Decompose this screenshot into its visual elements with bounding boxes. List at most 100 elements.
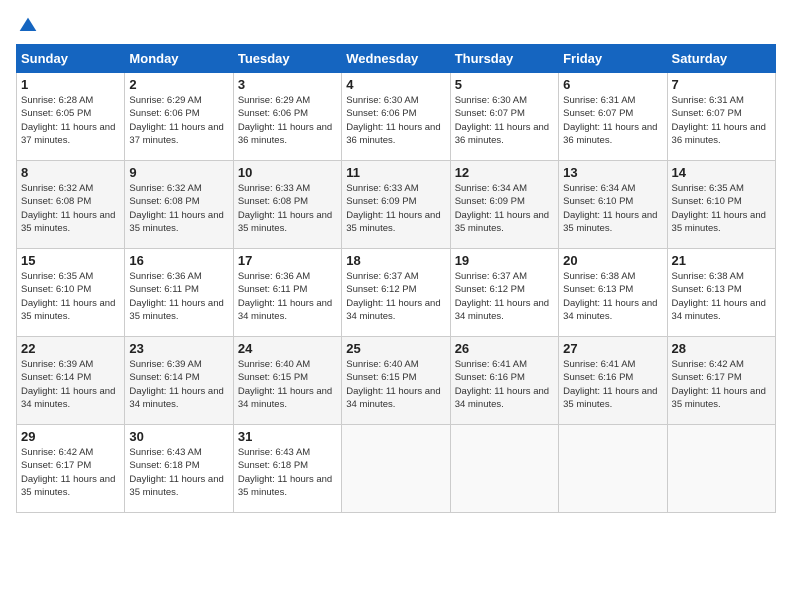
day-info: Sunrise: 6:34 AM Sunset: 6:09 PM Dayligh… [455, 182, 554, 235]
day-info: Sunrise: 6:36 AM Sunset: 6:11 PM Dayligh… [129, 270, 228, 323]
day-number: 25 [346, 341, 445, 356]
calendar-week-row: 1 Sunrise: 6:28 AM Sunset: 6:05 PM Dayli… [17, 73, 776, 161]
page-header [16, 16, 776, 32]
day-info: Sunrise: 6:37 AM Sunset: 6:12 PM Dayligh… [346, 270, 445, 323]
weekday-header: Thursday [450, 45, 558, 73]
day-info: Sunrise: 6:35 AM Sunset: 6:10 PM Dayligh… [21, 270, 120, 323]
day-number: 28 [672, 341, 771, 356]
calendar-cell: 9 Sunrise: 6:32 AM Sunset: 6:08 PM Dayli… [125, 161, 233, 249]
day-number: 29 [21, 429, 120, 444]
day-info: Sunrise: 6:42 AM Sunset: 6:17 PM Dayligh… [672, 358, 771, 411]
day-info: Sunrise: 6:29 AM Sunset: 6:06 PM Dayligh… [129, 94, 228, 147]
calendar-week-row: 22 Sunrise: 6:39 AM Sunset: 6:14 PM Dayl… [17, 337, 776, 425]
day-info: Sunrise: 6:33 AM Sunset: 6:09 PM Dayligh… [346, 182, 445, 235]
calendar-cell: 27 Sunrise: 6:41 AM Sunset: 6:16 PM Dayl… [559, 337, 667, 425]
calendar-cell: 30 Sunrise: 6:43 AM Sunset: 6:18 PM Dayl… [125, 425, 233, 513]
day-info: Sunrise: 6:38 AM Sunset: 6:13 PM Dayligh… [563, 270, 662, 323]
calendar-cell: 18 Sunrise: 6:37 AM Sunset: 6:12 PM Dayl… [342, 249, 450, 337]
day-info: Sunrise: 6:28 AM Sunset: 6:05 PM Dayligh… [21, 94, 120, 147]
calendar-cell: 22 Sunrise: 6:39 AM Sunset: 6:14 PM Dayl… [17, 337, 125, 425]
calendar-cell: 17 Sunrise: 6:36 AM Sunset: 6:11 PM Dayl… [233, 249, 341, 337]
day-info: Sunrise: 6:40 AM Sunset: 6:15 PM Dayligh… [346, 358, 445, 411]
day-info: Sunrise: 6:40 AM Sunset: 6:15 PM Dayligh… [238, 358, 337, 411]
day-number: 9 [129, 165, 228, 180]
calendar-week-row: 8 Sunrise: 6:32 AM Sunset: 6:08 PM Dayli… [17, 161, 776, 249]
day-number: 14 [672, 165, 771, 180]
calendar-cell: 13 Sunrise: 6:34 AM Sunset: 6:10 PM Dayl… [559, 161, 667, 249]
day-number: 17 [238, 253, 337, 268]
calendar-cell: 25 Sunrise: 6:40 AM Sunset: 6:15 PM Dayl… [342, 337, 450, 425]
calendar-cell [667, 425, 775, 513]
day-info: Sunrise: 6:32 AM Sunset: 6:08 PM Dayligh… [129, 182, 228, 235]
day-number: 19 [455, 253, 554, 268]
day-number: 26 [455, 341, 554, 356]
day-number: 7 [672, 77, 771, 92]
day-number: 21 [672, 253, 771, 268]
day-info: Sunrise: 6:37 AM Sunset: 6:12 PM Dayligh… [455, 270, 554, 323]
day-info: Sunrise: 6:34 AM Sunset: 6:10 PM Dayligh… [563, 182, 662, 235]
calendar-cell: 16 Sunrise: 6:36 AM Sunset: 6:11 PM Dayl… [125, 249, 233, 337]
day-number: 18 [346, 253, 445, 268]
weekday-header-row: SundayMondayTuesdayWednesdayThursdayFrid… [17, 45, 776, 73]
calendar-table: SundayMondayTuesdayWednesdayThursdayFrid… [16, 44, 776, 513]
calendar-week-row: 29 Sunrise: 6:42 AM Sunset: 6:17 PM Dayl… [17, 425, 776, 513]
day-info: Sunrise: 6:31 AM Sunset: 6:07 PM Dayligh… [672, 94, 771, 147]
day-info: Sunrise: 6:33 AM Sunset: 6:08 PM Dayligh… [238, 182, 337, 235]
day-info: Sunrise: 6:30 AM Sunset: 6:07 PM Dayligh… [455, 94, 554, 147]
day-number: 22 [21, 341, 120, 356]
logo-icon [18, 16, 38, 36]
day-info: Sunrise: 6:38 AM Sunset: 6:13 PM Dayligh… [672, 270, 771, 323]
day-number: 31 [238, 429, 337, 444]
day-info: Sunrise: 6:41 AM Sunset: 6:16 PM Dayligh… [563, 358, 662, 411]
calendar-cell: 21 Sunrise: 6:38 AM Sunset: 6:13 PM Dayl… [667, 249, 775, 337]
day-number: 4 [346, 77, 445, 92]
day-number: 15 [21, 253, 120, 268]
day-number: 5 [455, 77, 554, 92]
weekday-header: Sunday [17, 45, 125, 73]
day-info: Sunrise: 6:36 AM Sunset: 6:11 PM Dayligh… [238, 270, 337, 323]
calendar-cell: 31 Sunrise: 6:43 AM Sunset: 6:18 PM Dayl… [233, 425, 341, 513]
day-number: 8 [21, 165, 120, 180]
calendar-cell: 19 Sunrise: 6:37 AM Sunset: 6:12 PM Dayl… [450, 249, 558, 337]
calendar-cell: 10 Sunrise: 6:33 AM Sunset: 6:08 PM Dayl… [233, 161, 341, 249]
day-number: 20 [563, 253, 662, 268]
calendar-cell: 1 Sunrise: 6:28 AM Sunset: 6:05 PM Dayli… [17, 73, 125, 161]
calendar-cell: 3 Sunrise: 6:29 AM Sunset: 6:06 PM Dayli… [233, 73, 341, 161]
calendar-cell: 7 Sunrise: 6:31 AM Sunset: 6:07 PM Dayli… [667, 73, 775, 161]
weekday-header: Saturday [667, 45, 775, 73]
calendar-week-row: 15 Sunrise: 6:35 AM Sunset: 6:10 PM Dayl… [17, 249, 776, 337]
calendar-cell: 6 Sunrise: 6:31 AM Sunset: 6:07 PM Dayli… [559, 73, 667, 161]
day-number: 27 [563, 341, 662, 356]
day-info: Sunrise: 6:39 AM Sunset: 6:14 PM Dayligh… [129, 358, 228, 411]
day-info: Sunrise: 6:39 AM Sunset: 6:14 PM Dayligh… [21, 358, 120, 411]
day-number: 23 [129, 341, 228, 356]
day-number: 12 [455, 165, 554, 180]
calendar-cell: 24 Sunrise: 6:40 AM Sunset: 6:15 PM Dayl… [233, 337, 341, 425]
calendar-body: 1 Sunrise: 6:28 AM Sunset: 6:05 PM Dayli… [17, 73, 776, 513]
calendar-cell: 4 Sunrise: 6:30 AM Sunset: 6:06 PM Dayli… [342, 73, 450, 161]
weekday-header: Wednesday [342, 45, 450, 73]
calendar-cell: 20 Sunrise: 6:38 AM Sunset: 6:13 PM Dayl… [559, 249, 667, 337]
calendar-cell: 15 Sunrise: 6:35 AM Sunset: 6:10 PM Dayl… [17, 249, 125, 337]
day-info: Sunrise: 6:29 AM Sunset: 6:06 PM Dayligh… [238, 94, 337, 147]
day-info: Sunrise: 6:43 AM Sunset: 6:18 PM Dayligh… [238, 446, 337, 499]
weekday-header: Monday [125, 45, 233, 73]
day-number: 1 [21, 77, 120, 92]
calendar-cell: 14 Sunrise: 6:35 AM Sunset: 6:10 PM Dayl… [667, 161, 775, 249]
day-number: 24 [238, 341, 337, 356]
day-info: Sunrise: 6:31 AM Sunset: 6:07 PM Dayligh… [563, 94, 662, 147]
day-info: Sunrise: 6:42 AM Sunset: 6:17 PM Dayligh… [21, 446, 120, 499]
calendar-cell: 28 Sunrise: 6:42 AM Sunset: 6:17 PM Dayl… [667, 337, 775, 425]
day-number: 13 [563, 165, 662, 180]
calendar-cell: 23 Sunrise: 6:39 AM Sunset: 6:14 PM Dayl… [125, 337, 233, 425]
day-number: 30 [129, 429, 228, 444]
calendar-cell: 29 Sunrise: 6:42 AM Sunset: 6:17 PM Dayl… [17, 425, 125, 513]
calendar-cell: 5 Sunrise: 6:30 AM Sunset: 6:07 PM Dayli… [450, 73, 558, 161]
calendar-cell [450, 425, 558, 513]
calendar-cell: 12 Sunrise: 6:34 AM Sunset: 6:09 PM Dayl… [450, 161, 558, 249]
calendar-cell: 11 Sunrise: 6:33 AM Sunset: 6:09 PM Dayl… [342, 161, 450, 249]
calendar-cell: 8 Sunrise: 6:32 AM Sunset: 6:08 PM Dayli… [17, 161, 125, 249]
logo [16, 16, 38, 32]
day-number: 10 [238, 165, 337, 180]
calendar-cell [342, 425, 450, 513]
